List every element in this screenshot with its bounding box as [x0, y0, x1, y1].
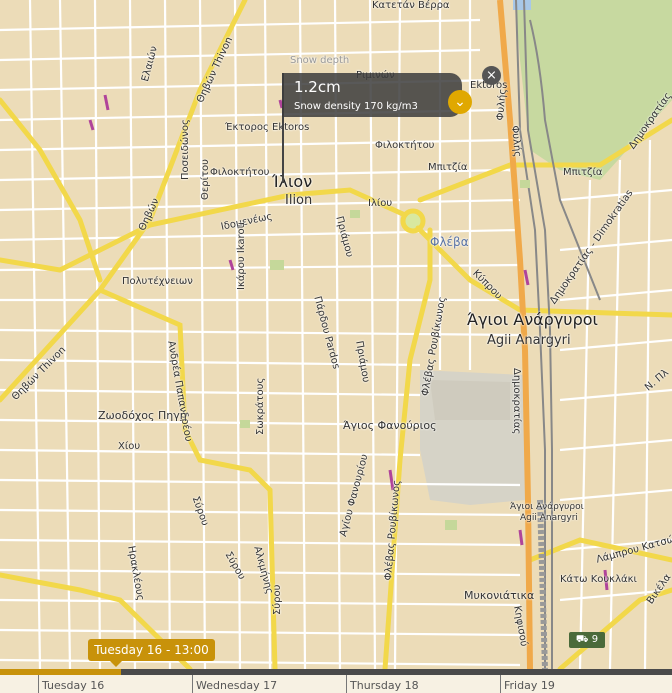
timeline-day-label[interactable]: Wednesday 17 — [196, 679, 277, 692]
label-agioi-anargyroi-en: Agii Anargyri — [487, 333, 571, 348]
label-mpitzia: Μπιτζία — [428, 162, 468, 173]
label-katetan-verra: Κατετάν Βέρρα — [372, 0, 450, 11]
label-zoodochos-pigi: Ζωοδόχος Πηγή — [98, 409, 187, 422]
label-myrou: Σύρου — [272, 584, 283, 615]
timeline-track[interactable] — [0, 669, 672, 675]
timeline-day-label[interactable]: Tuesday 16 — [42, 679, 104, 692]
timeline-tick — [192, 675, 193, 693]
label-filoktitou-left: Φιλοκτήτου — [210, 167, 270, 178]
timeline-tick — [38, 675, 39, 693]
label-ikarou: Ικάρου Ikarou — [236, 222, 247, 290]
label-kato-koukaki: Κάτω Κουκλάκι — [560, 574, 637, 585]
route-shield-icon: ⛟ — [575, 634, 592, 645]
label-agioi-anargyroi-gr: Άγιοι Ανάργυροι — [467, 310, 598, 329]
timeline-bar[interactable]: Tuesday 16 Wednesday 17 Thursday 18 Frid… — [0, 669, 672, 693]
snow-density-text: Snow density 170 kg/m3 — [294, 101, 418, 112]
snow-depth-value: 1.2cm — [294, 78, 341, 96]
label-station-en: Agii Anargyri — [520, 513, 578, 523]
label-station-gr: Άγιοι Ανάργυροι — [510, 502, 584, 512]
chevron-down-icon[interactable]: ⌄ — [448, 90, 472, 114]
label-chiou: Χίου — [118, 441, 141, 452]
label-mpitzia-right: Μπιτζία — [563, 167, 603, 178]
current-time-badge[interactable]: Tuesday 16 - 13:00 — [88, 639, 215, 661]
label-snow-depth-ghost: Snow depth — [290, 55, 350, 66]
close-icon[interactable]: ⨯ — [482, 66, 501, 85]
label-ektoros: Έκτορος Ektoros — [225, 122, 310, 133]
label-ilion-gr: Ίλιον — [272, 172, 313, 191]
timeline-tick — [346, 675, 347, 693]
label-sokratous: Σωκράτους — [255, 377, 266, 435]
time-badge-pointer — [110, 661, 122, 667]
label-poseidonos: Ποσειδώνος — [180, 119, 191, 180]
label-mykoniatika: Μυκονιάτικα — [464, 589, 535, 602]
timeline-day-label[interactable]: Friday 19 — [504, 679, 555, 692]
timeline-day-label[interactable]: Thursday 18 — [350, 679, 419, 692]
label-filoktitou-right: Φιλοκτήτου — [375, 140, 435, 151]
label-ilion-en: Ilion — [285, 193, 313, 208]
label-theritou: Θερίτου — [200, 159, 211, 200]
route-number: 9 — [591, 634, 599, 645]
label-polytechneion: Πολυτέχνειων — [122, 276, 193, 287]
label-ilio: Ιλίου — [368, 198, 393, 209]
label-fleva: Φλέβα — [430, 235, 469, 249]
snow-depth-popup[interactable]: 1.2cm Snow density 170 kg/m3 — [282, 73, 462, 117]
route-badge: ⛟ 9 — [569, 632, 605, 648]
label-dimokratias-lower: Δημοκρατίας — [511, 368, 522, 435]
timeline-tick — [500, 675, 501, 693]
timeline-progress — [0, 669, 121, 675]
label-agios-fanourios: Άγιος Φανούριος — [343, 419, 437, 432]
